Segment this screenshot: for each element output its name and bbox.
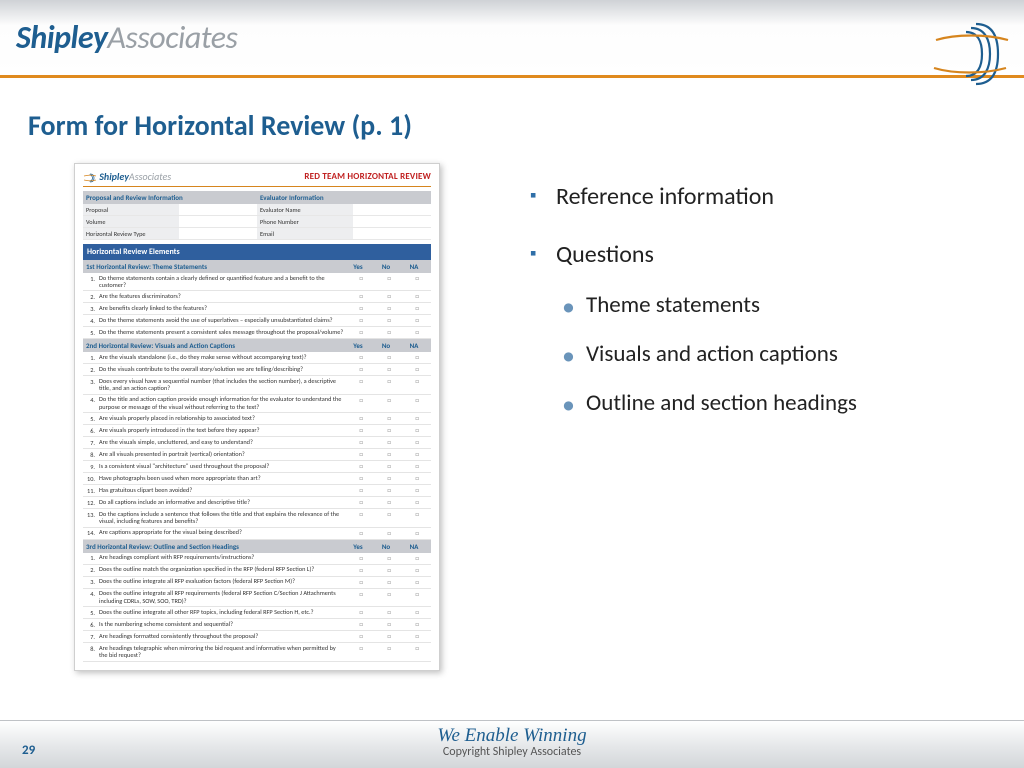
bullet-reference: Reference information <box>530 181 857 213</box>
question-row: 4.Do the title and action caption provid… <box>83 395 431 413</box>
question-row: 1.Are headings compliant with RFP requir… <box>83 553 431 565</box>
globe-icon <box>928 18 1014 90</box>
question-row: 2.Are the features discriminators? <box>83 291 431 303</box>
sub-theme: Theme statements <box>556 290 857 321</box>
form-thumbnail: ShipleyAssociates RED TEAM HORIZONTAL RE… <box>74 163 440 671</box>
question-row: 4.Does the outline integrate all RFP req… <box>83 589 431 607</box>
sub-visuals: Visuals and action captions <box>556 339 857 370</box>
copyright: Copyright Shipley Associates <box>0 745 1024 759</box>
question-row: 2.Do the visuals contribute to the overa… <box>83 364 431 376</box>
page-number: 29 <box>22 743 35 758</box>
question-row: 3.Does the outline integrate all RFP eva… <box>83 577 431 589</box>
question-row: 1.Do theme statements contain a clearly … <box>83 273 431 291</box>
header-band: ShipleyAssociates <box>0 0 1024 78</box>
form-title: RED TEAM HORIZONTAL REVIEW <box>304 171 431 182</box>
footer: 29 We Enable Winning Copyright Shipley A… <box>0 720 1024 768</box>
question-row: 6.Are visuals properly introduced in the… <box>83 425 431 437</box>
question-row: 4.Do the theme statements avoid the use … <box>83 315 431 327</box>
bullet-questions: Questions Theme statements Visuals and a… <box>530 239 857 419</box>
question-row: 3.Are benefits clearly linked to the fea… <box>83 303 431 315</box>
question-row: 14.Are captions appropriate for the visu… <box>83 528 431 540</box>
question-row: 9.Is a consistent visual "architecture" … <box>83 461 431 473</box>
brand-part1: Shipley <box>16 18 107 57</box>
elements-bar: Horizontal Review Elements <box>83 244 431 260</box>
form-info: Proposal and Review Information Proposal… <box>83 191 431 240</box>
question-row: 13.Do the captions include a sentence th… <box>83 509 431 527</box>
main-content: ShipleyAssociates RED TEAM HORIZONTAL RE… <box>0 143 1024 671</box>
question-row: 5.Are visuals properly placed in relatio… <box>83 413 431 425</box>
question-row: 8.Are all visuals presented in portrait … <box>83 449 431 461</box>
question-row: 5.Does the outline integrate all other R… <box>83 607 431 619</box>
brand-logo: ShipleyAssociates <box>16 18 237 57</box>
question-row: 12.Do all captions include an informativ… <box>83 497 431 509</box>
question-row: 8.Are headings telegraphic when mirrorin… <box>83 643 431 661</box>
slide-title: Form for Horizontal Review (p. 1) <box>28 108 1024 143</box>
question-row: 7.Are headings formatted consistently th… <box>83 631 431 643</box>
bullet-list: Reference information Questions Theme st… <box>530 181 857 445</box>
sub-outline: Outline and section headings <box>556 388 857 419</box>
question-row: 11.Has gratuitous clipart been avoided? <box>83 485 431 497</box>
question-row: 1.Are the visuals standalone (i.e., do t… <box>83 352 431 364</box>
question-row: 2.Does the outline match the organizatio… <box>83 565 431 577</box>
question-row: 5.Do the theme statements present a cons… <box>83 327 431 339</box>
question-row: 10.Have photographs been used when more … <box>83 473 431 485</box>
question-row: 6.Is the numbering scheme consistent and… <box>83 619 431 631</box>
question-row: 3.Does every visual have a sequential nu… <box>83 376 431 394</box>
brand-part2: Associates <box>107 18 237 57</box>
form-brand: ShipleyAssociates <box>83 170 171 183</box>
tagline: We Enable Winning <box>0 721 1024 747</box>
question-row: 7.Are the visuals simple, uncluttered, a… <box>83 437 431 449</box>
